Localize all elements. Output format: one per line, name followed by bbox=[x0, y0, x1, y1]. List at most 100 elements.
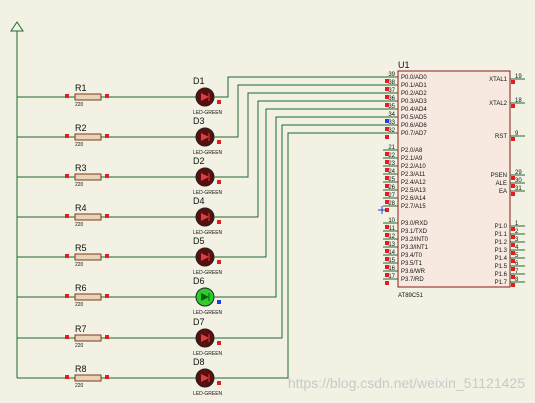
p3-pin-number: 16 bbox=[388, 266, 395, 272]
p0-pin-number: 34 bbox=[388, 112, 395, 118]
p1-pin-name: P1.0 bbox=[495, 224, 508, 230]
pin-state-marker bbox=[511, 235, 515, 239]
p0-pin-name: P0.6/AD6 bbox=[401, 123, 427, 129]
p2-pin-number: 26 bbox=[388, 185, 395, 191]
pin-state-marker bbox=[385, 192, 389, 196]
ctrl-pin-number: 30 bbox=[515, 178, 522, 184]
pin-state-marker bbox=[385, 225, 389, 229]
p2-pin-name: P2.6/A14 bbox=[401, 196, 426, 202]
resistor-body[interactable] bbox=[74, 374, 102, 382]
p0-pin-name: P0.2/AD2 bbox=[401, 91, 427, 97]
pin-state-marker bbox=[385, 233, 389, 237]
pin-state-marker bbox=[385, 200, 389, 204]
pin-state-marker bbox=[511, 184, 515, 188]
pin-state-marker bbox=[385, 176, 389, 180]
ctrl-pin-name: ALE bbox=[496, 181, 507, 187]
ctrl-top-pin-number: 19 bbox=[515, 74, 522, 80]
p3-pin-number: 10 bbox=[388, 218, 395, 224]
resistor-body[interactable] bbox=[74, 334, 102, 342]
pin-state-marker bbox=[511, 176, 515, 180]
p0-pin-number: 33 bbox=[388, 120, 395, 126]
pin-state-marker bbox=[65, 294, 69, 298]
led-ref-label: D7 bbox=[193, 317, 205, 327]
p1-pin-name: P1.7 bbox=[495, 280, 508, 286]
p3-pin-number: 15 bbox=[388, 258, 395, 264]
pin-state-marker bbox=[511, 251, 515, 255]
resistor-value-label: 220 bbox=[75, 262, 84, 268]
pin-state-marker bbox=[511, 243, 515, 247]
p3-pin-name: P3.7/RD bbox=[401, 277, 424, 283]
p2-pin-name: P2.3/A11 bbox=[401, 172, 426, 178]
p0-pin-name: P0.1/AD1 bbox=[401, 83, 427, 89]
p0-pin-number: 37 bbox=[388, 88, 395, 94]
resistor-value-label: 220 bbox=[75, 182, 84, 188]
led-ref-label: D6 bbox=[193, 276, 205, 286]
ctrl-pin-name: PSEN bbox=[491, 173, 507, 179]
resistor-ref-label: R3 bbox=[75, 163, 87, 173]
ctrl-top-pin-number: 18 bbox=[515, 98, 522, 104]
p3-pin-number: 17 bbox=[388, 274, 395, 280]
p2-pin-name: P2.4/A12 bbox=[401, 180, 426, 186]
resistor-value-label: 220 bbox=[75, 343, 84, 349]
resistor-body[interactable] bbox=[74, 253, 102, 261]
p0-pin-name: P0.5/AD5 bbox=[401, 115, 427, 121]
pin-state-marker bbox=[65, 214, 69, 218]
resistor-body[interactable] bbox=[74, 173, 102, 181]
pin-state-marker bbox=[65, 94, 69, 98]
pin-state-marker bbox=[105, 375, 109, 379]
p2-pin-number: 22 bbox=[388, 153, 395, 159]
p1-pin-name: P1.3 bbox=[495, 248, 508, 254]
pin-state-marker bbox=[385, 87, 389, 91]
led-type-label: LED-GREEN bbox=[193, 310, 223, 316]
resistor-ref-label: R8 bbox=[75, 364, 87, 374]
pin-state-marker bbox=[385, 103, 389, 107]
resistor-ref-label: R5 bbox=[75, 243, 87, 253]
p3-pin-number: 11 bbox=[389, 226, 396, 232]
pin-state-marker bbox=[385, 79, 389, 83]
resistor-body[interactable] bbox=[74, 133, 102, 141]
led-ref-label: D2 bbox=[193, 156, 205, 166]
resistor-body[interactable] bbox=[74, 213, 102, 221]
p2-pin-number: 23 bbox=[388, 161, 395, 167]
resistor-body[interactable] bbox=[74, 293, 102, 301]
ctrl-pin-name: EA bbox=[499, 189, 507, 195]
p3-pin-number: 13 bbox=[388, 242, 395, 248]
pin-state-marker bbox=[511, 267, 515, 271]
pin-state-marker bbox=[217, 381, 221, 385]
pin-state-marker bbox=[385, 241, 389, 245]
p3-pin-number: 12 bbox=[388, 234, 395, 240]
led-ref-label: D4 bbox=[193, 196, 205, 206]
p3-pin-name: P3.6/WR bbox=[401, 269, 426, 275]
pin-state-marker bbox=[385, 281, 389, 285]
p0-pin-name: P0.0/AD0 bbox=[401, 75, 427, 81]
p0-pin-number: 38 bbox=[388, 80, 395, 86]
p1-pin-name: P1.1 bbox=[495, 232, 508, 238]
power-terminal-icon bbox=[10, 21, 24, 32]
p2-pin-number: 27 bbox=[388, 193, 395, 199]
p0-pin-number: 32 bbox=[388, 128, 395, 134]
chip-ref-label: U1 bbox=[398, 60, 410, 70]
pin-state-marker bbox=[385, 127, 389, 131]
pin-state-marker bbox=[511, 137, 515, 141]
pin-state-marker bbox=[217, 260, 221, 264]
pin-state-marker bbox=[511, 192, 515, 196]
led-type-label: LED-GREEN bbox=[193, 391, 223, 397]
resistor-ref-label: R1 bbox=[75, 83, 87, 93]
led-to-chip-wire bbox=[214, 108, 383, 258]
resistor-body[interactable] bbox=[74, 93, 102, 101]
pin-state-marker bbox=[105, 254, 109, 258]
p0-pin-name: P0.7/AD7 bbox=[401, 131, 427, 137]
pin-state-marker bbox=[385, 160, 389, 164]
resistor-value-label: 220 bbox=[75, 102, 84, 108]
pin-state-marker bbox=[385, 119, 389, 123]
ctrl-pin-number: 31 bbox=[515, 186, 522, 192]
p3-pin-name: P3.4/T0 bbox=[401, 253, 423, 259]
pin-state-marker bbox=[65, 174, 69, 178]
led-ref-label: D1 bbox=[193, 76, 205, 86]
pin-state-marker bbox=[105, 94, 109, 98]
pin-state-marker bbox=[65, 254, 69, 258]
p2-pin-name: P2.0/A8 bbox=[401, 148, 423, 154]
schematic-canvas: U1 AT89C51 39 P0.0/AD0 38 P0.1/AD1 37 P0.2/AD2 3… bbox=[10, 21, 525, 397]
p0-pin-number: 35 bbox=[388, 104, 395, 110]
ctrl-top-pin-name: XTAL2 bbox=[489, 101, 508, 107]
